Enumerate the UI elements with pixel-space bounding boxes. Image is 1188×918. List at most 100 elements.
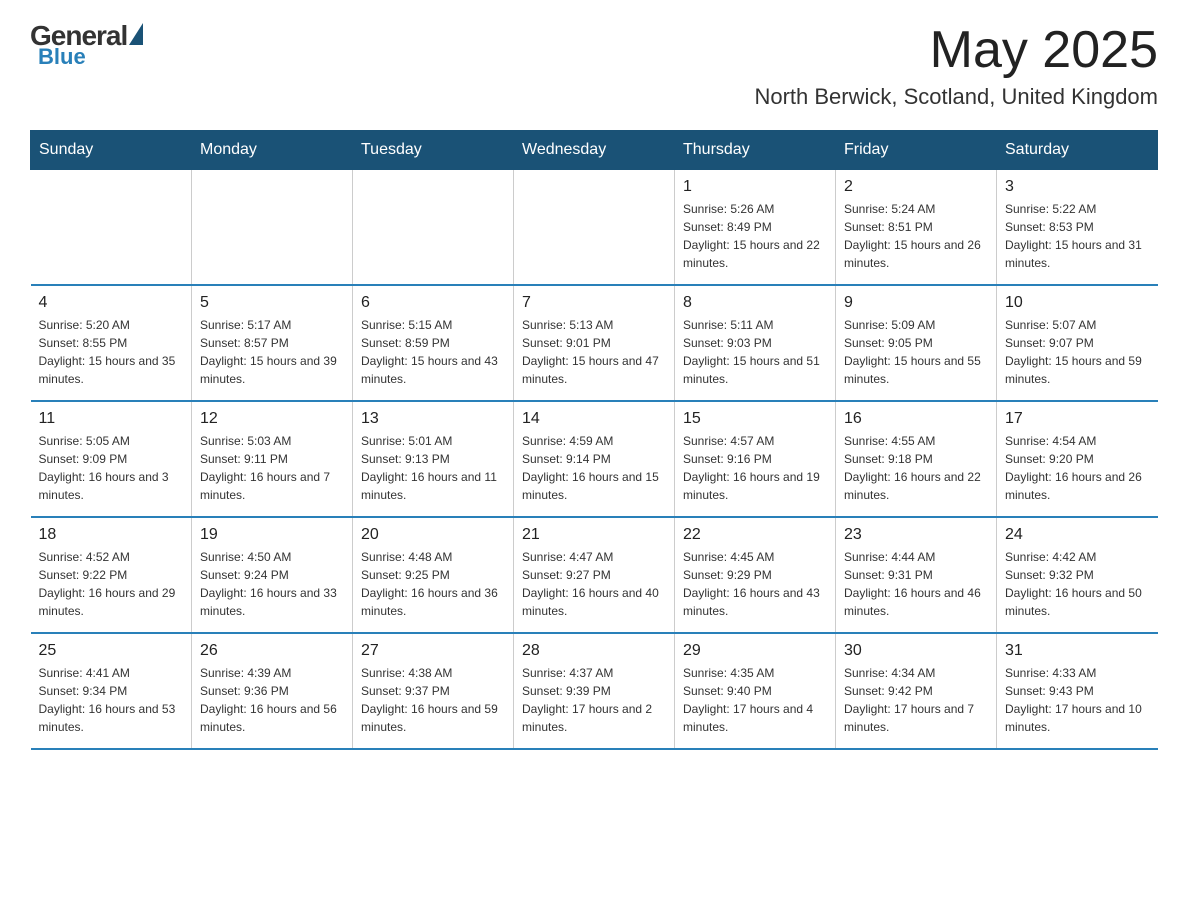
day-info: Sunrise: 4:54 AM Sunset: 9:20 PM Dayligh…	[1005, 432, 1150, 504]
day-number: 16	[844, 410, 988, 428]
day-info: Sunrise: 5:24 AM Sunset: 8:51 PM Dayligh…	[844, 200, 988, 272]
calendar-cell: 20 Sunrise: 4:48 AM Sunset: 9:25 PM Dayli…	[353, 517, 514, 633]
day-info: Sunrise: 4:41 AM Sunset: 9:34 PM Dayligh…	[39, 664, 184, 736]
calendar-cell: 1 Sunrise: 5:26 AM Sunset: 8:49 PM Daylig…	[675, 170, 836, 286]
day-info: Sunrise: 4:45 AM Sunset: 9:29 PM Dayligh…	[683, 548, 827, 620]
calendar-cell: 26 Sunrise: 4:39 AM Sunset: 9:36 PM Dayli…	[192, 633, 353, 749]
day-number: 19	[200, 526, 344, 544]
calendar-cell: 16 Sunrise: 4:55 AM Sunset: 9:18 PM Dayli…	[836, 401, 997, 517]
day-info: Sunrise: 4:57 AM Sunset: 9:16 PM Dayligh…	[683, 432, 827, 504]
day-number: 12	[200, 410, 344, 428]
day-number: 26	[200, 642, 344, 660]
calendar-cell: 3 Sunrise: 5:22 AM Sunset: 8:53 PM Daylig…	[997, 170, 1158, 286]
day-number: 18	[39, 526, 184, 544]
day-number: 10	[1005, 294, 1150, 312]
calendar-cell: 4Sunrise: 5:20 AM Sunset: 8:55 PM Daylig…	[31, 285, 192, 401]
day-number: 15	[683, 410, 827, 428]
calendar-cell: 19 Sunrise: 4:50 AM Sunset: 9:24 PM Dayli…	[192, 517, 353, 633]
calendar-cell: 31 Sunrise: 4:33 AM Sunset: 9:43 PM Dayli…	[997, 633, 1158, 749]
calendar-cell	[31, 170, 192, 286]
calendar-cell: 18Sunrise: 4:52 AM Sunset: 9:22 PM Dayli…	[31, 517, 192, 633]
weekday-header-saturday: Saturday	[997, 131, 1158, 170]
weekday-header-friday: Friday	[836, 131, 997, 170]
day-number: 17	[1005, 410, 1150, 428]
title-section: May 2025 North Berwick, Scotland, United…	[754, 20, 1158, 110]
day-number: 31	[1005, 642, 1150, 660]
logo-triangle-icon	[129, 23, 143, 45]
month-title: May 2025	[754, 20, 1158, 80]
day-number: 28	[522, 642, 666, 660]
calendar-cell: 22 Sunrise: 4:45 AM Sunset: 9:29 PM Dayli…	[675, 517, 836, 633]
day-number: 4	[39, 294, 184, 312]
day-info: Sunrise: 5:01 AM Sunset: 9:13 PM Dayligh…	[361, 432, 505, 504]
calendar-cell: 11 Sunrise: 5:05 AM Sunset: 9:09 PM Dayli…	[31, 401, 192, 517]
day-info: Sunrise: 5:17 AM Sunset: 8:57 PM Dayligh…	[200, 316, 344, 388]
calendar-cell: 9 Sunrise: 5:09 AM Sunset: 9:05 PM Daylig…	[836, 285, 997, 401]
weekday-header-tuesday: Tuesday	[353, 131, 514, 170]
calendar-cell: 25 Sunrise: 4:41 AM Sunset: 9:34 PM Dayli…	[31, 633, 192, 749]
calendar-week-row: 11 Sunrise: 5:05 AM Sunset: 9:09 PM Dayli…	[31, 401, 1158, 517]
calendar-header-row: SundayMondayTuesdayWednesdayThursdayFrid…	[31, 131, 1158, 170]
day-info: Sunrise: 5:09 AM Sunset: 9:05 PM Dayligh…	[844, 316, 988, 388]
calendar-cell: 13 Sunrise: 5:01 AM Sunset: 9:13 PM Dayli…	[353, 401, 514, 517]
weekday-header-monday: Monday	[192, 131, 353, 170]
day-info: Sunrise: 4:39 AM Sunset: 9:36 PM Dayligh…	[200, 664, 344, 736]
day-number: 29	[683, 642, 827, 660]
logo-blue-text: Blue	[38, 44, 86, 70]
day-info: Sunrise: 5:11 AM Sunset: 9:03 PM Dayligh…	[683, 316, 827, 388]
calendar-cell: 7 Sunrise: 5:13 AM Sunset: 9:01 PM Daylig…	[514, 285, 675, 401]
day-number: 9	[844, 294, 988, 312]
day-info: Sunrise: 5:13 AM Sunset: 9:01 PM Dayligh…	[522, 316, 666, 388]
page-header: General Blue May 2025 North Berwick, Sco…	[30, 20, 1158, 110]
day-number: 5	[200, 294, 344, 312]
day-number: 24	[1005, 526, 1150, 544]
day-info: Sunrise: 4:44 AM Sunset: 9:31 PM Dayligh…	[844, 548, 988, 620]
day-number: 20	[361, 526, 505, 544]
day-info: Sunrise: 5:22 AM Sunset: 8:53 PM Dayligh…	[1005, 200, 1150, 272]
calendar-cell: 12Sunrise: 5:03 AM Sunset: 9:11 PM Dayli…	[192, 401, 353, 517]
day-info: Sunrise: 5:26 AM Sunset: 8:49 PM Dayligh…	[683, 200, 827, 272]
calendar-cell	[353, 170, 514, 286]
calendar-cell: 21 Sunrise: 4:47 AM Sunset: 9:27 PM Dayli…	[514, 517, 675, 633]
weekday-header-sunday: Sunday	[31, 131, 192, 170]
day-number: 1	[683, 178, 827, 196]
day-number: 22	[683, 526, 827, 544]
day-info: Sunrise: 4:47 AM Sunset: 9:27 PM Dayligh…	[522, 548, 666, 620]
day-number: 27	[361, 642, 505, 660]
calendar-week-row: 18Sunrise: 4:52 AM Sunset: 9:22 PM Dayli…	[31, 517, 1158, 633]
calendar-cell: 10 Sunrise: 5:07 AM Sunset: 9:07 PM Dayli…	[997, 285, 1158, 401]
day-number: 6	[361, 294, 505, 312]
calendar-cell	[192, 170, 353, 286]
day-number: 21	[522, 526, 666, 544]
weekday-header-thursday: Thursday	[675, 131, 836, 170]
logo: General Blue	[30, 20, 143, 70]
day-number: 30	[844, 642, 988, 660]
day-number: 11	[39, 410, 184, 428]
calendar-cell: 27 Sunrise: 4:38 AM Sunset: 9:37 PM Dayli…	[353, 633, 514, 749]
calendar-table: SundayMondayTuesdayWednesdayThursdayFrid…	[30, 130, 1158, 750]
calendar-cell: 30 Sunrise: 4:34 AM Sunset: 9:42 PM Dayli…	[836, 633, 997, 749]
day-info: Sunrise: 4:34 AM Sunset: 9:42 PM Dayligh…	[844, 664, 988, 736]
day-number: 3	[1005, 178, 1150, 196]
day-info: Sunrise: 4:55 AM Sunset: 9:18 PM Dayligh…	[844, 432, 988, 504]
calendar-cell: 29 Sunrise: 4:35 AM Sunset: 9:40 PM Dayli…	[675, 633, 836, 749]
calendar-cell: 24Sunrise: 4:42 AM Sunset: 9:32 PM Dayli…	[997, 517, 1158, 633]
day-info: Sunrise: 4:35 AM Sunset: 9:40 PM Dayligh…	[683, 664, 827, 736]
calendar-week-row: 25 Sunrise: 4:41 AM Sunset: 9:34 PM Dayli…	[31, 633, 1158, 749]
day-number: 7	[522, 294, 666, 312]
calendar-week-row: 4Sunrise: 5:20 AM Sunset: 8:55 PM Daylig…	[31, 285, 1158, 401]
calendar-cell: 17 Sunrise: 4:54 AM Sunset: 9:20 PM Dayli…	[997, 401, 1158, 517]
day-info: Sunrise: 5:07 AM Sunset: 9:07 PM Dayligh…	[1005, 316, 1150, 388]
calendar-cell: 15 Sunrise: 4:57 AM Sunset: 9:16 PM Dayli…	[675, 401, 836, 517]
day-number: 25	[39, 642, 184, 660]
day-info: Sunrise: 4:33 AM Sunset: 9:43 PM Dayligh…	[1005, 664, 1150, 736]
day-info: Sunrise: 5:05 AM Sunset: 9:09 PM Dayligh…	[39, 432, 184, 504]
day-number: 23	[844, 526, 988, 544]
day-info: Sunrise: 4:38 AM Sunset: 9:37 PM Dayligh…	[361, 664, 505, 736]
weekday-header-wednesday: Wednesday	[514, 131, 675, 170]
day-info: Sunrise: 4:59 AM Sunset: 9:14 PM Dayligh…	[522, 432, 666, 504]
day-info: Sunrise: 4:37 AM Sunset: 9:39 PM Dayligh…	[522, 664, 666, 736]
day-number: 13	[361, 410, 505, 428]
day-info: Sunrise: 4:50 AM Sunset: 9:24 PM Dayligh…	[200, 548, 344, 620]
day-info: Sunrise: 4:48 AM Sunset: 9:25 PM Dayligh…	[361, 548, 505, 620]
